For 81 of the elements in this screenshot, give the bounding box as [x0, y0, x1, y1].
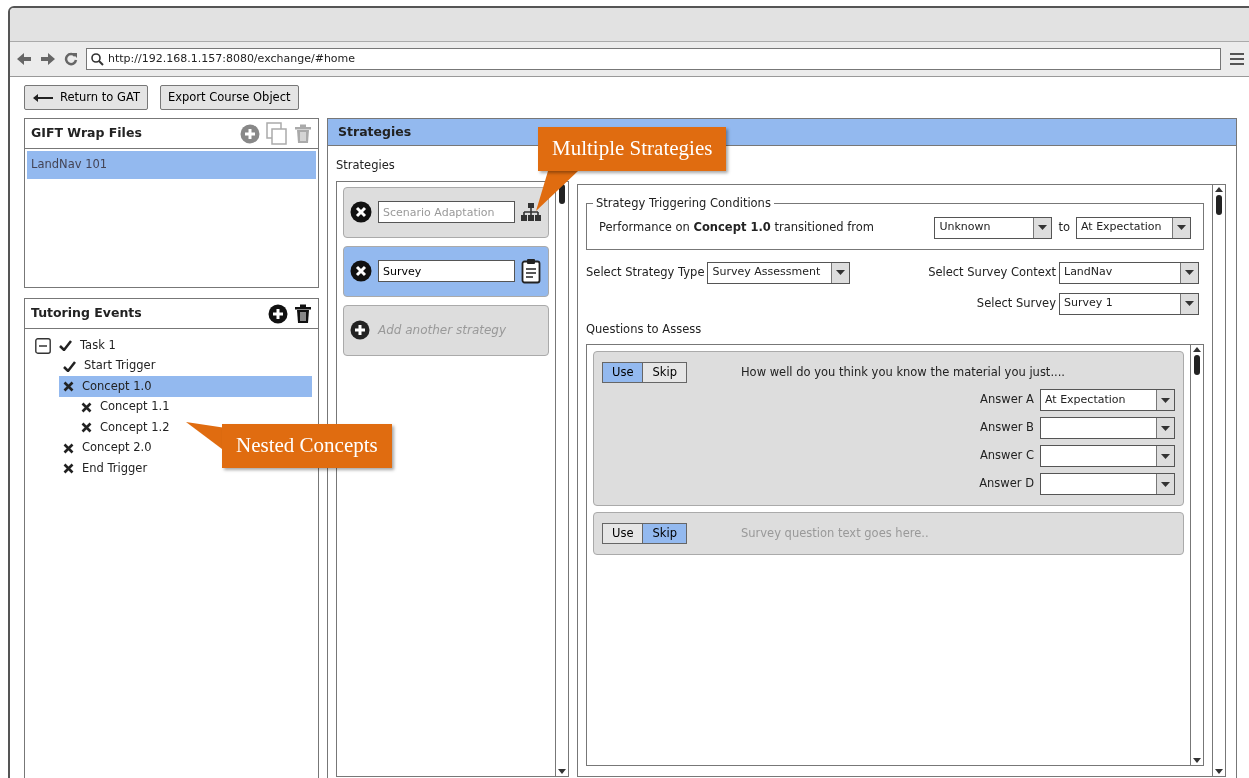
reload-icon[interactable]	[64, 52, 78, 66]
caret-icon	[1161, 425, 1170, 431]
toolbar-button[interactable]: Export Course Object	[159, 85, 299, 111]
answer-dropdown[interactable]	[1040, 445, 1175, 467]
answer-label: Answer B	[980, 419, 1034, 437]
panel-title: Tutoring Events	[31, 304, 142, 323]
remove-icon[interactable]	[350, 260, 372, 282]
clipboard-icon	[521, 258, 541, 284]
search-icon	[91, 52, 104, 66]
answer-label: Answer D	[979, 475, 1034, 493]
collapse-icon[interactable]	[35, 337, 51, 354]
from-dropdown[interactable]: Unknown	[934, 216, 1053, 239]
scrollbar-thumb[interactable]	[1194, 354, 1200, 375]
caret-icon	[1161, 397, 1170, 403]
tree-item[interactable]: Concept 2.0	[59, 437, 158, 459]
address-bar[interactable]: http://192.168.1.157:8080/exchange/#home	[86, 48, 1221, 70]
caret-icon	[836, 270, 846, 275]
tree-item[interactable]: Task 1	[31, 335, 122, 356]
answer-label: Answer A	[980, 391, 1034, 409]
toggle-option[interactable]: Use	[603, 362, 643, 382]
to-dropdown[interactable]: At Expectation	[1076, 216, 1191, 239]
caret-icon	[1161, 481, 1170, 487]
toggle-option[interactable]: Skip	[642, 362, 686, 382]
check-icon	[59, 340, 72, 351]
section-label: Questions to Assess	[586, 320, 703, 338]
scroll-down-icon[interactable]	[1193, 758, 1201, 763]
strategy-name-field[interactable]: Survey	[378, 260, 515, 282]
to-label: to	[1058, 218, 1070, 236]
add-icon[interactable]	[268, 303, 288, 324]
answer-dropdown[interactable]	[1040, 417, 1175, 439]
scroll-up-icon[interactable]	[1193, 346, 1201, 352]
arrow-left-icon	[32, 92, 54, 103]
tree-item[interactable]: Concept 1.0	[59, 376, 312, 397]
scroll-down-icon[interactable]	[558, 769, 566, 774]
survey-context-dropdown[interactable]: LandNav	[1059, 261, 1199, 284]
callout-pointer	[536, 171, 578, 211]
list-label: Strategies	[336, 157, 396, 175]
scroll-down-icon[interactable]	[1215, 769, 1223, 774]
tree-item[interactable]: Start Trigger	[59, 355, 162, 377]
field-label: Select Survey Context	[928, 263, 1056, 281]
tree-item[interactable]: Concept 1.1	[77, 396, 312, 418]
scrollbar-thumb[interactable]	[1216, 195, 1222, 216]
hierarchy-icon	[521, 203, 541, 221]
cross-icon	[63, 463, 74, 474]
panel-title: GIFT Wrap Files	[31, 124, 142, 143]
answer-dropdown[interactable]: At Expectation	[1040, 389, 1175, 411]
caret-icon	[1038, 225, 1048, 230]
tree-item[interactable]: End Trigger	[59, 458, 154, 479]
remove-icon[interactable]	[350, 201, 372, 223]
check-icon	[63, 360, 76, 372]
answer-label: Answer C	[979, 447, 1034, 465]
cross-icon	[63, 381, 74, 392]
caret-icon	[1161, 453, 1170, 459]
strategy-type-dropdown[interactable]: Survey Assessment	[707, 261, 851, 284]
toggle-option[interactable]: Use	[603, 524, 643, 544]
field-label: Select Survey	[976, 294, 1056, 312]
answer-dropdown[interactable]	[1040, 473, 1175, 495]
toolbar-button[interactable]: Return to GAT	[24, 85, 148, 111]
question-text: Survey question text goes here..	[740, 525, 929, 542]
menu-icon[interactable]	[1229, 52, 1245, 66]
scroll-up-icon[interactable]	[1215, 187, 1223, 193]
strategy-name-field[interactable]: Scenario Adaptation	[378, 201, 515, 223]
strategy-card[interactable]: Scenario Adaptation	[343, 186, 549, 238]
file-item[interactable]: LandNav 101	[27, 151, 316, 179]
caret-icon	[1185, 301, 1194, 306]
condition-text: Performance on Concept 1.0 transitioned from	[599, 218, 874, 236]
forward-icon[interactable]	[40, 52, 56, 66]
toggle-option[interactable]: Skip	[642, 524, 686, 544]
add-icon	[350, 320, 370, 340]
cross-icon	[63, 442, 74, 454]
cross-icon	[81, 401, 92, 413]
cross-icon	[81, 422, 92, 433]
trash-icon[interactable]	[294, 303, 312, 324]
caret-icon	[1177, 225, 1186, 230]
strategy-card[interactable]: Survey	[343, 245, 549, 297]
field-label: Select Strategy Type	[586, 263, 705, 281]
caret-icon	[1185, 270, 1194, 275]
survey-dropdown[interactable]: Survey 1	[1059, 292, 1199, 315]
group-title: Strategy Triggering Conditions	[595, 195, 772, 213]
question-text: How well do you think you know the material you just....	[740, 363, 1065, 381]
back-icon[interactable]	[16, 52, 32, 66]
